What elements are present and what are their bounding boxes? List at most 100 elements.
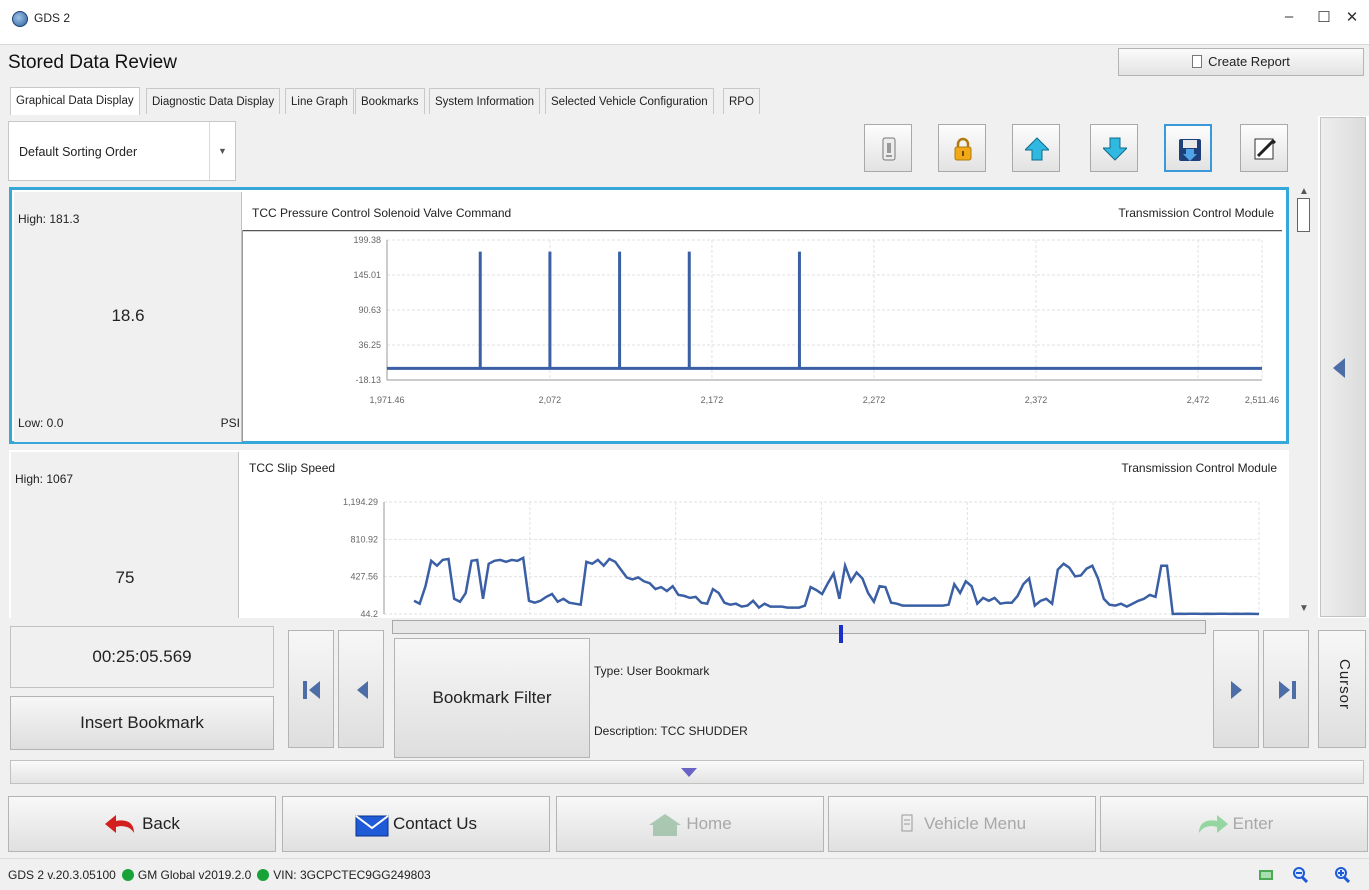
y-tick-label: 427.56 [350,572,378,582]
graph-scrollbar[interactable]: ▲ ▼ [1290,186,1318,618]
scroll-down-icon[interactable]: ▼ [1299,603,1309,614]
y-tick-label: 1,194.29 [343,497,378,507]
skip-back-icon [303,681,320,699]
vehicle-menu-icon [901,814,913,832]
timeline-slider[interactable] [392,620,1206,643]
version-text: GDS 2 v.20.3.05100 [8,868,116,882]
edit-button[interactable] [1240,124,1288,172]
info-button[interactable] [864,124,912,172]
vin-text: VIN: 3GCPCTEC9GG249803 [273,868,431,882]
y-tick-label: 199.38 [353,235,381,245]
window-titlebar: GDS 2 – ☐ ✕ [0,0,1369,38]
contact-us-button[interactable]: Contact Us [282,796,550,852]
current-value: 18.6 [111,306,145,325]
cursor-label: Cursor [1336,659,1353,711]
low-value: Low: 0.0 [18,416,64,430]
y-tick-label: 36.25 [358,340,381,350]
home-label: Home [686,814,732,833]
cursor-time: 00:25:05.569 [10,626,274,688]
x-tick-label: 2,472 [1187,395,1210,405]
scroll-thumb[interactable] [1297,198,1310,232]
zoom-in-icon[interactable] [1334,867,1350,883]
next-button[interactable] [1213,630,1259,748]
tab-bookmarks[interactable]: Bookmarks [355,88,425,114]
chevron-left-icon [1333,358,1345,378]
network-icon[interactable] [1258,867,1274,883]
header-bar: Stored Data Review Create Report [0,44,1369,78]
arrow-down-icon [1103,137,1127,161]
zoom-out-icon[interactable] [1292,867,1308,883]
y-tick-label: 810.92 [350,534,378,544]
bookmark-description: Description: TCC SHUDDER [594,724,748,738]
graph-module: Transmission Control Module [1118,206,1274,220]
gds-app-icon [12,11,28,27]
y-tick-label: 44.2 [360,609,378,618]
x-tick-label: 2,272 [863,395,886,405]
minimize-button[interactable]: – [1277,8,1301,30]
tab-line-graph[interactable]: Line Graph [285,88,354,114]
graph-module: Transmission Control Module [1121,461,1277,475]
status-bar: GDS 2 v.20.3.05100 GM Global v2019.2.0 VIN… [0,858,1369,890]
status-dot-icon [121,869,134,881]
vehicle-menu-button[interactable]: Vehicle Menu [828,796,1096,852]
bookmark-filter-button[interactable]: Bookmark Filter [394,638,590,758]
bookmark-panel: 00:25:05.569 Insert Bookmark Bookmark Fi… [0,618,1369,790]
scroll-up-icon[interactable]: ▲ [1299,186,1309,197]
back-arrow-icon [105,815,135,833]
timeline-cursor[interactable] [839,625,843,643]
create-report-label: Create Report [1208,54,1290,69]
x-tick-label: 2,072 [539,395,562,405]
chart-area: High: 181.3 18.6 Low: 0.0 PSI TCC Pressu… [0,186,1290,618]
unit-label: PSI [220,416,240,430]
x-tick-label: 2,172 [701,395,724,405]
tab-selected-vehicle-configuration[interactable]: Selected Vehicle Configuration [545,88,714,114]
slip-speed-series-line [413,555,1260,616]
chevron-down-icon[interactable]: ▼ [209,122,235,180]
create-report-button[interactable]: Create Report [1118,48,1364,76]
enter-arrow-icon [1198,815,1228,833]
close-button[interactable]: ✕ [1340,8,1364,30]
envelope-icon [355,815,389,837]
x-tick-label: 2,511.46 [1245,395,1279,405]
tab-bar: Graphical Data Display Diagnostic Data D… [0,78,1369,116]
tab-rpo[interactable]: RPO [723,88,760,114]
move-up-button[interactable] [1012,124,1060,172]
skip-forward-icon [1279,681,1296,699]
home-icon [649,814,682,836]
back-button[interactable]: Back [8,796,276,852]
enter-button[interactable]: Enter [1100,796,1368,852]
back-label: Back [142,814,180,833]
chevron-down-icon [681,768,697,777]
graph-title: TCC Slip Speed [249,461,336,475]
high-value: High: 1067 [15,472,74,486]
cursor-button[interactable]: Cursor [1318,630,1366,748]
move-down-button[interactable] [1090,124,1138,172]
lock-button[interactable] [938,124,986,172]
tab-graphical-data-display[interactable]: Graphical Data Display [10,87,140,115]
x-tick-label: 1,971.46 [369,395,404,405]
graph-panel-1[interactable]: High: 181.3 18.6 Low: 0.0 PSI TCC Pressu… [9,187,1289,444]
tab-diagnostic-data-display[interactable]: Diagnostic Data Display [146,88,281,114]
previous-button[interactable] [338,630,384,748]
last-bookmark-button[interactable] [1263,630,1309,748]
x-tick-label: 2,372 [1025,395,1048,405]
current-value: 75 [115,568,135,587]
page-title: Stored Data Review [8,52,177,73]
toolbar: Default Sorting Order ▼ [0,116,1318,186]
home-button[interactable]: Home [556,796,824,852]
side-panel-toggle[interactable] [1320,117,1366,617]
graph-panel-2[interactable]: High: 1067 75 TCC Slip Speed Transmissio… [9,450,1289,618]
maximize-button[interactable]: ☐ [1312,8,1336,30]
tab-system-information[interactable]: System Information [429,88,541,114]
slip-speed-chart: 1,194.29 810.92 427.56 44.2 [343,497,1260,618]
bookmark-type: Type: User Bookmark [594,664,710,678]
high-value: High: 181.3 [18,212,80,226]
save-button[interactable] [1164,124,1212,172]
value-info-box: High: 1067 75 [11,452,239,618]
sort-order-select[interactable]: Default Sorting Order ▼ [8,121,236,181]
insert-bookmark-button[interactable]: Insert Bookmark [10,696,274,750]
first-bookmark-button[interactable] [288,630,334,748]
pressure-chart: 199.38 145.01 90.63 36.25 -18.13 1,971.46 2,07… [242,230,1282,442]
enter-label: Enter [1232,814,1274,833]
collapse-bar[interactable] [10,760,1364,784]
